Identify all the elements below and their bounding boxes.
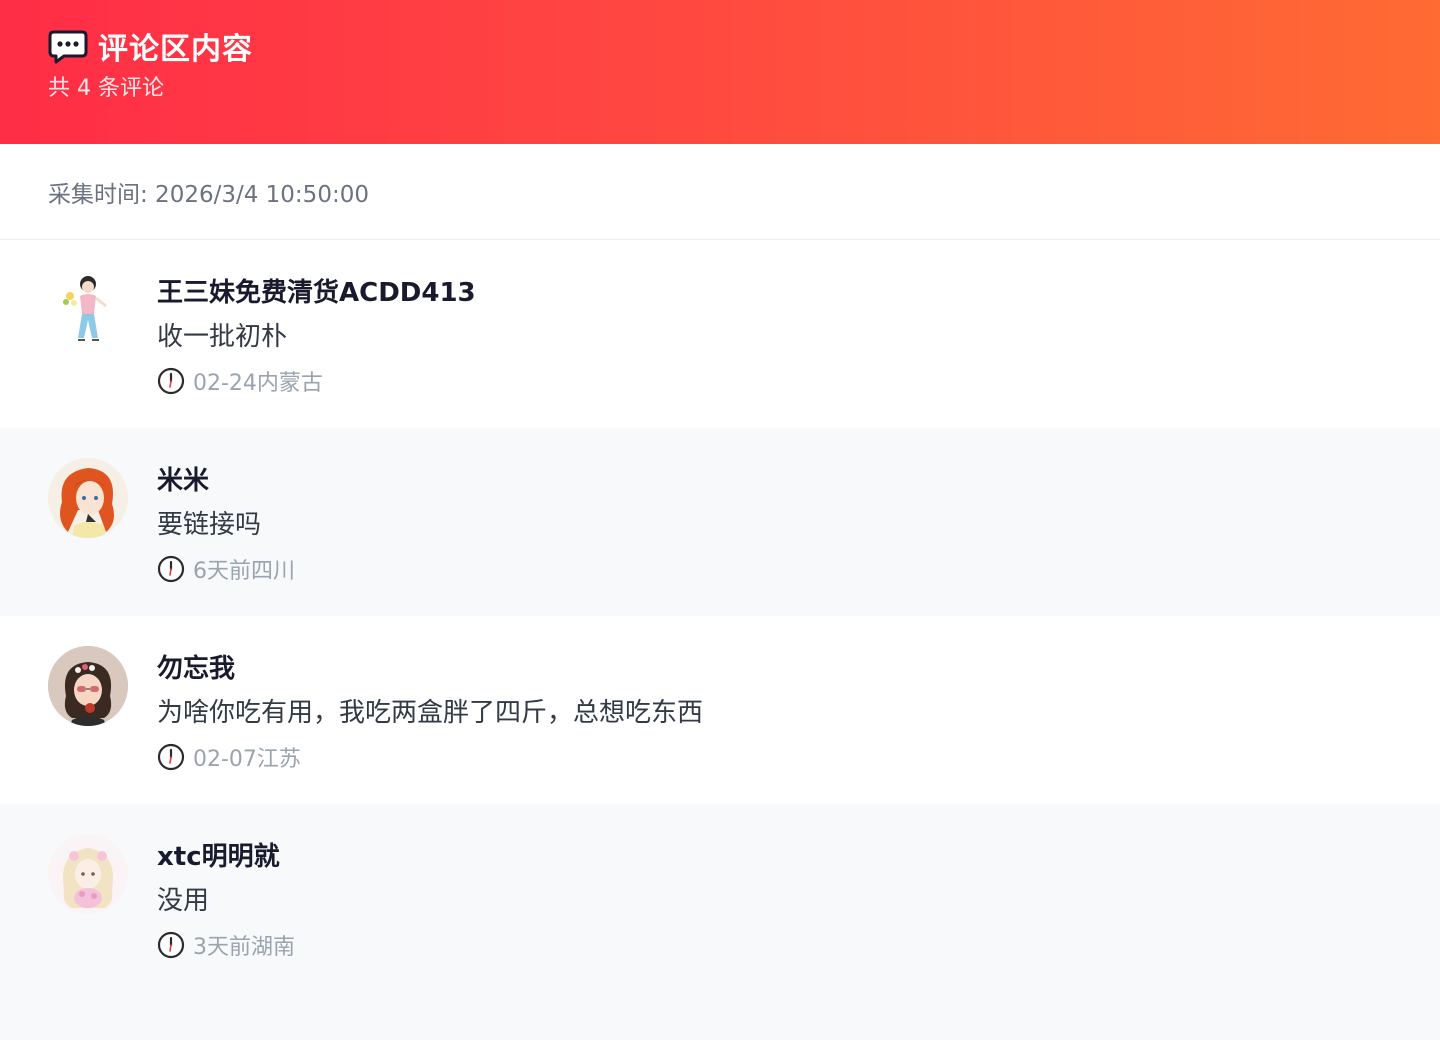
collect-time: 采集时间: 2026/3/4 10:50:00: [48, 181, 369, 208]
comment-meta: 02-07江苏: [157, 742, 703, 772]
comment-author[interactable]: 王三妹免费清货ACDD413: [157, 276, 476, 310]
avatar[interactable]: [48, 646, 128, 726]
avatar[interactable]: [48, 458, 128, 538]
comment-text: 收一批初朴: [157, 322, 288, 352]
page-title: 评论区内容: [98, 32, 253, 67]
comment-item: 米米 要链接吗 6天前四川: [0, 428, 1440, 616]
comment-meta: 02-24内蒙古: [157, 366, 476, 396]
comment-meta: 6天前四川: [157, 554, 295, 584]
clock-icon: [157, 367, 185, 395]
comment-text: 要链接吗: [157, 510, 262, 540]
comment-time-location: 3天前湖南: [193, 935, 295, 960]
comment-text: 没用: [157, 886, 210, 916]
comment-count: 共 4 条评论: [48, 76, 164, 101]
collect-time-bar: 采集时间: 2026/3/4 10:50:00: [0, 144, 1440, 240]
comment-meta: 3天前湖南: [157, 930, 295, 960]
comment-author[interactable]: xtc明明就: [157, 840, 295, 874]
comment-time-location: 02-07江苏: [193, 747, 301, 772]
comment-text: 为啥你吃有用，我吃两盒胖了四斤，总想吃东西: [157, 698, 704, 728]
comment-time-location: 02-24内蒙古: [193, 371, 323, 396]
clock-icon: [157, 931, 185, 959]
comment-item: 勿忘我 为啥你吃有用，我吃两盒胖了四斤，总想吃东西 02-07江苏: [0, 616, 1440, 804]
avatar[interactable]: [48, 834, 128, 914]
clock-icon: [157, 743, 185, 771]
comment-author[interactable]: 勿忘我: [157, 652, 703, 686]
clock-icon: [157, 555, 185, 583]
speech-bubble-icon: [48, 28, 88, 64]
comment-time-location: 6天前四川: [193, 559, 295, 584]
comment-author[interactable]: 米米: [157, 464, 295, 498]
header: 评论区内容 共 4 条评论: [0, 0, 1440, 144]
comment-item: xtc明明就 没用 3天前湖南: [0, 804, 1440, 1040]
comment-item: 王三妹免费清货ACDD413 收一批初朴 02-24内蒙古: [0, 240, 1440, 428]
header-title-row: 评论区内容: [48, 26, 1392, 67]
comment-list: 王三妹免费清货ACDD413 收一批初朴 02-24内蒙古 米米 要链接吗 6天…: [0, 240, 1440, 1040]
avatar[interactable]: [48, 270, 128, 350]
